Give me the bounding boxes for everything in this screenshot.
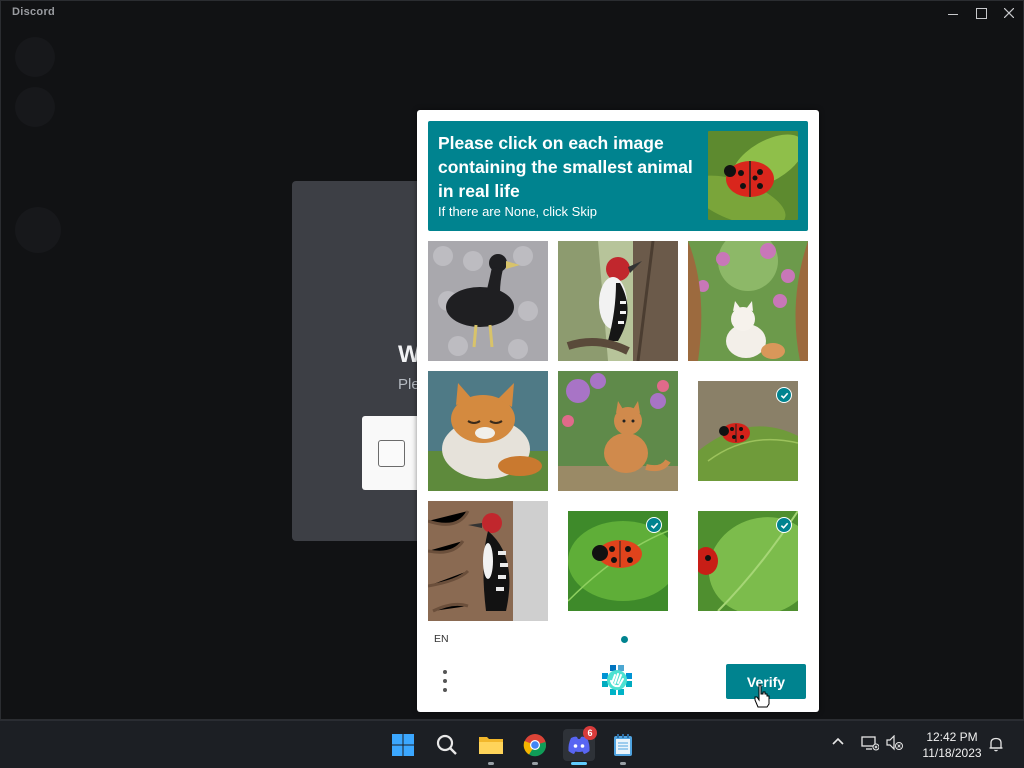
ladybug-image — [708, 131, 798, 220]
prompt-subtext: If there are None, click Skip — [438, 204, 597, 219]
captcha-tile-9[interactable] — [698, 511, 798, 611]
maximize-button[interactable] — [967, 1, 995, 25]
taskbar-search-button[interactable] — [431, 729, 463, 761]
close-icon — [1004, 8, 1014, 18]
hand-cursor-icon — [754, 684, 770, 708]
captcha-tile-7[interactable] — [428, 501, 548, 621]
clock-time: 12:42 PM — [926, 730, 978, 744]
language-selector[interactable]: EN — [434, 633, 449, 645]
clock-date: 11/18/2023 — [922, 746, 982, 760]
cat-garden-image — [688, 241, 808, 361]
prompt-example-image — [708, 131, 798, 220]
captcha-tile-6[interactable] — [698, 381, 798, 481]
chevron-up-icon[interactable] — [831, 735, 845, 749]
discord-taskbar-button[interactable]: 6 — [563, 726, 597, 765]
captcha-challenge-modal: Please click on each image containing th… — [417, 110, 819, 712]
woodpecker-image — [428, 501, 548, 621]
title-bar: Discord — [1, 1, 1023, 25]
duck-image — [428, 241, 548, 361]
captcha-tile-8[interactable] — [568, 511, 668, 611]
folder-icon — [479, 737, 503, 754]
cat-garden-image — [558, 371, 678, 491]
guild-icon[interactable] — [15, 207, 61, 253]
network-icon[interactable] — [861, 735, 879, 751]
more-vertical-icon[interactable] — [437, 666, 453, 696]
hcaptcha-logo-icon[interactable] — [600, 663, 634, 697]
captcha-tile-4[interactable] — [428, 371, 548, 491]
selected-check-icon — [646, 517, 662, 533]
selected-check-icon — [776, 517, 792, 533]
page-indicator — [621, 636, 628, 643]
search-icon — [436, 734, 457, 755]
minimize-icon — [948, 13, 958, 15]
captcha-tile-1[interactable] — [428, 241, 548, 361]
maximize-icon — [975, 7, 987, 19]
taskbar: 6 12:42 PM 11/18/2023 — [0, 720, 1024, 768]
chrome-icon — [523, 734, 547, 757]
close-button[interactable] — [995, 1, 1023, 25]
start-button[interactable] — [387, 729, 419, 761]
sleeping-cat-image — [428, 371, 548, 491]
selected-check-icon — [776, 387, 792, 403]
windows-start-icon — [392, 734, 414, 756]
window-controls — [939, 1, 1023, 25]
chrome-button[interactable] — [519, 729, 551, 765]
volume-muted-icon[interactable] — [886, 735, 904, 751]
minimize-button[interactable] — [939, 1, 967, 25]
notepad-button[interactable] — [607, 729, 639, 765]
prompt-text: Please click on each image containing th… — [438, 133, 693, 201]
file-explorer-button[interactable] — [475, 729, 507, 765]
challenge-prompt: Please click on each image containing th… — [428, 121, 808, 231]
notepad-icon — [614, 734, 632, 756]
app-title: Discord — [12, 6, 56, 18]
woodpecker-image — [558, 241, 678, 361]
notification-bell-icon[interactable] — [988, 736, 1004, 752]
captcha-tile-2[interactable] — [558, 241, 678, 361]
captcha-tile-3[interactable] — [688, 241, 808, 361]
taskbar-clock[interactable]: 12:42 PM 11/18/2023 — [912, 729, 992, 761]
captcha-tile-5[interactable] — [558, 371, 678, 491]
notification-badge: 6 — [583, 726, 597, 740]
guild-icon[interactable] — [15, 37, 55, 77]
captcha-checkbox[interactable] — [378, 440, 405, 467]
guild-icon[interactable] — [15, 87, 55, 127]
